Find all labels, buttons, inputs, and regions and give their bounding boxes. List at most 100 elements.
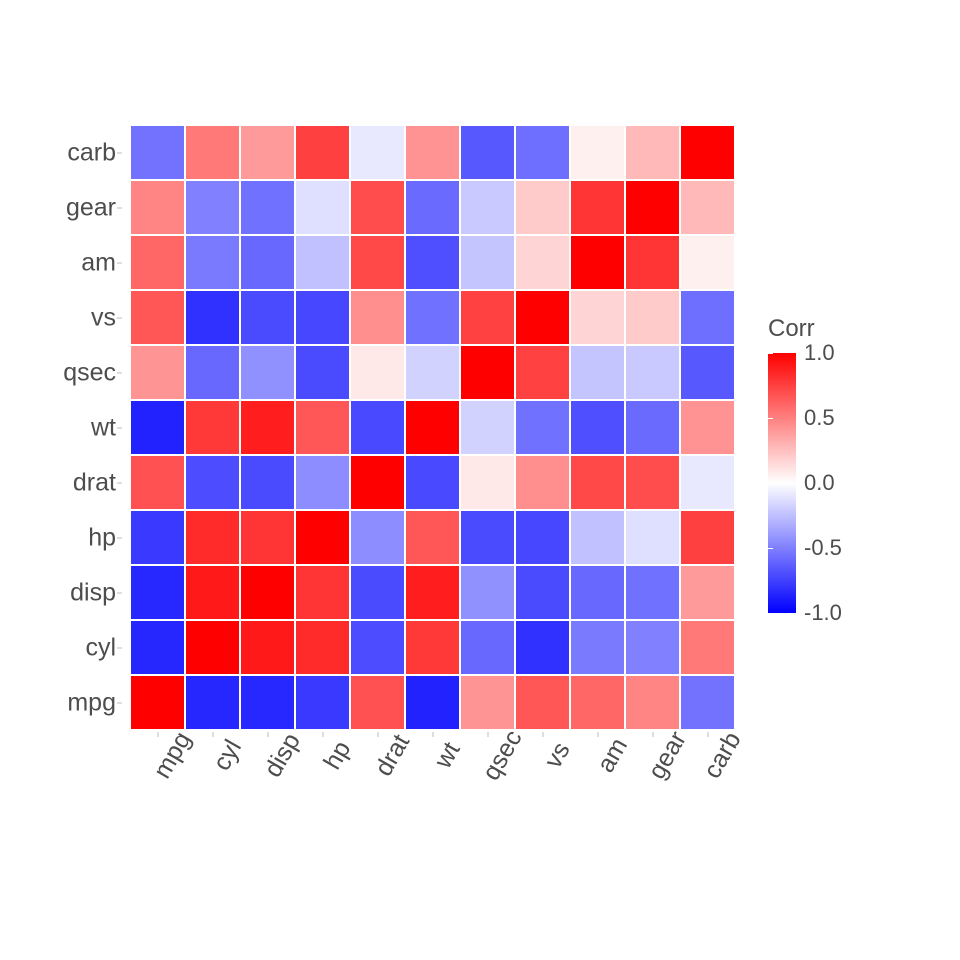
y-tick-label: hp [88, 523, 116, 552]
y-tick-label: wt [91, 413, 116, 442]
legend-ticks: 1.00.50.0-0.5-1.0 [796, 353, 876, 613]
y-tick-label: carb [67, 138, 116, 167]
heatmap-cell [625, 290, 680, 345]
heatmap-cell [295, 400, 350, 455]
heatmap-cell [130, 180, 185, 235]
heatmap-cell [130, 455, 185, 510]
heatmap-cell [625, 235, 680, 290]
heatmap-cell [570, 565, 625, 620]
heatmap-cell [130, 400, 185, 455]
heatmap-cell [405, 675, 460, 730]
heatmap-cell [350, 510, 405, 565]
heatmap-cell [515, 675, 570, 730]
heatmap-cell [185, 235, 240, 290]
heatmap-cell [460, 290, 515, 345]
heatmap-cell [515, 620, 570, 675]
heatmap-cell [570, 125, 625, 180]
heatmap-cell [185, 510, 240, 565]
heatmap-cell [460, 345, 515, 400]
heatmap-cell [295, 510, 350, 565]
heatmap-cell [350, 290, 405, 345]
legend-tick-label: 0.0 [804, 470, 835, 496]
heatmap-cell [405, 180, 460, 235]
heatmap-cell [295, 675, 350, 730]
heatmap-cell [625, 400, 680, 455]
heatmap-cell [185, 675, 240, 730]
heatmap-cell [680, 345, 735, 400]
legend-colorbar [768, 353, 796, 613]
heatmap-cell [515, 290, 570, 345]
heatmap-cell [515, 510, 570, 565]
heatmap-cell [515, 400, 570, 455]
legend-title: Corr [768, 315, 918, 343]
heatmap-cell [350, 565, 405, 620]
heatmap-cell [295, 290, 350, 345]
heatmap-cell [405, 565, 460, 620]
heatmap-cell [460, 235, 515, 290]
heatmap-cell [460, 455, 515, 510]
heatmap-cell [185, 455, 240, 510]
heatmap-cell [460, 620, 515, 675]
heatmap-cell [240, 345, 295, 400]
heatmap-cell [295, 345, 350, 400]
heatmap-cell [295, 180, 350, 235]
heatmap-cell [515, 125, 570, 180]
heatmap-cell [405, 125, 460, 180]
heatmap-cell [350, 235, 405, 290]
legend-tick-label: -0.5 [804, 535, 842, 561]
heatmap-cell [680, 235, 735, 290]
heatmap-cell [240, 400, 295, 455]
heatmap-cell [405, 235, 460, 290]
heatmap-cell [350, 345, 405, 400]
y-axis: carbgearamvsqsecwtdrathpdispcylmpg [0, 125, 122, 730]
heatmap-cell [680, 455, 735, 510]
heatmap-cell [680, 400, 735, 455]
heatmap-cell [405, 620, 460, 675]
heatmap-cell [625, 345, 680, 400]
heatmap-cell [240, 675, 295, 730]
heatmap-cell [625, 455, 680, 510]
heatmap-cell [460, 125, 515, 180]
heatmap-cell [130, 125, 185, 180]
heatmap-cell [130, 510, 185, 565]
y-tick-label: gear [66, 193, 116, 222]
heatmap-cell [405, 290, 460, 345]
heatmap-cell [240, 455, 295, 510]
heatmap-cell [295, 235, 350, 290]
heatmap-cell [295, 620, 350, 675]
heatmap-cell [680, 290, 735, 345]
heatmap-cell [515, 235, 570, 290]
heatmap-cell [350, 675, 405, 730]
heatmap-cell [570, 345, 625, 400]
heatmap-cell [405, 345, 460, 400]
heatmap-cell [460, 510, 515, 565]
heatmap-cell [680, 180, 735, 235]
heatmap-cell [680, 565, 735, 620]
legend-tick-label: -1.0 [804, 600, 842, 626]
heatmap-cell [185, 400, 240, 455]
heatmap-cell [130, 290, 185, 345]
y-tick-label: drat [73, 468, 116, 497]
heatmap-cell [570, 675, 625, 730]
heatmap-cell [350, 620, 405, 675]
heatmap-cell [460, 400, 515, 455]
x-tick-label: am [589, 725, 631, 770]
heatmap-cell [240, 510, 295, 565]
heatmap-cell [460, 565, 515, 620]
legend-tick-label: 0.5 [804, 405, 835, 431]
heatmap-cell [405, 510, 460, 565]
heatmap-cell [570, 455, 625, 510]
heatmap-cell [680, 510, 735, 565]
heatmap-cell [240, 620, 295, 675]
heatmap-cell [515, 180, 570, 235]
heatmap-cell [625, 180, 680, 235]
heatmap-cell [185, 565, 240, 620]
y-tick-label: mpg [67, 688, 116, 717]
heatmap-cell [515, 455, 570, 510]
heatmap-cell [240, 565, 295, 620]
heatmap-cell [515, 565, 570, 620]
legend-tick-label: 1.0 [804, 340, 835, 366]
y-tick-label: vs [91, 303, 116, 332]
heatmap-plot [130, 125, 735, 730]
heatmap-cell [350, 180, 405, 235]
